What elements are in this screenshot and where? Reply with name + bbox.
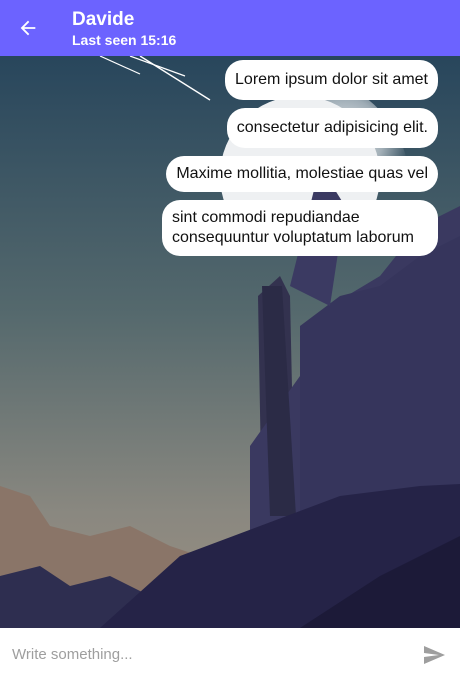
message-bubble[interactable]: Maxime mollitia, molestiae quas vel bbox=[166, 156, 438, 192]
composer-bar bbox=[0, 628, 460, 681]
message-list: Lorem ipsum dolor sit amet consectetur a… bbox=[0, 56, 460, 628]
send-button[interactable] bbox=[412, 633, 456, 677]
last-seen-status: Last seen 15:16 bbox=[72, 31, 177, 48]
chat-screen: Davide Last seen 15:16 Lorem ipsum dolor… bbox=[0, 0, 460, 681]
message-bubble[interactable]: consectetur adipisicing elit. bbox=[226, 108, 438, 148]
send-icon bbox=[424, 645, 445, 664]
chat-header: Davide Last seen 15:16 bbox=[0, 0, 460, 56]
contact-name: Davide bbox=[72, 8, 135, 30]
arrow-left-icon bbox=[20, 20, 36, 36]
message-bubble[interactable]: Lorem ipsum dolor sit amet bbox=[225, 60, 438, 100]
message-bubble[interactable]: sint commodi repudiandae consequuntur vo… bbox=[162, 200, 438, 256]
contact-info[interactable]: Davide Last seen 15:16 bbox=[72, 8, 176, 49]
message-input[interactable] bbox=[0, 634, 412, 675]
back-button[interactable] bbox=[0, 0, 56, 56]
